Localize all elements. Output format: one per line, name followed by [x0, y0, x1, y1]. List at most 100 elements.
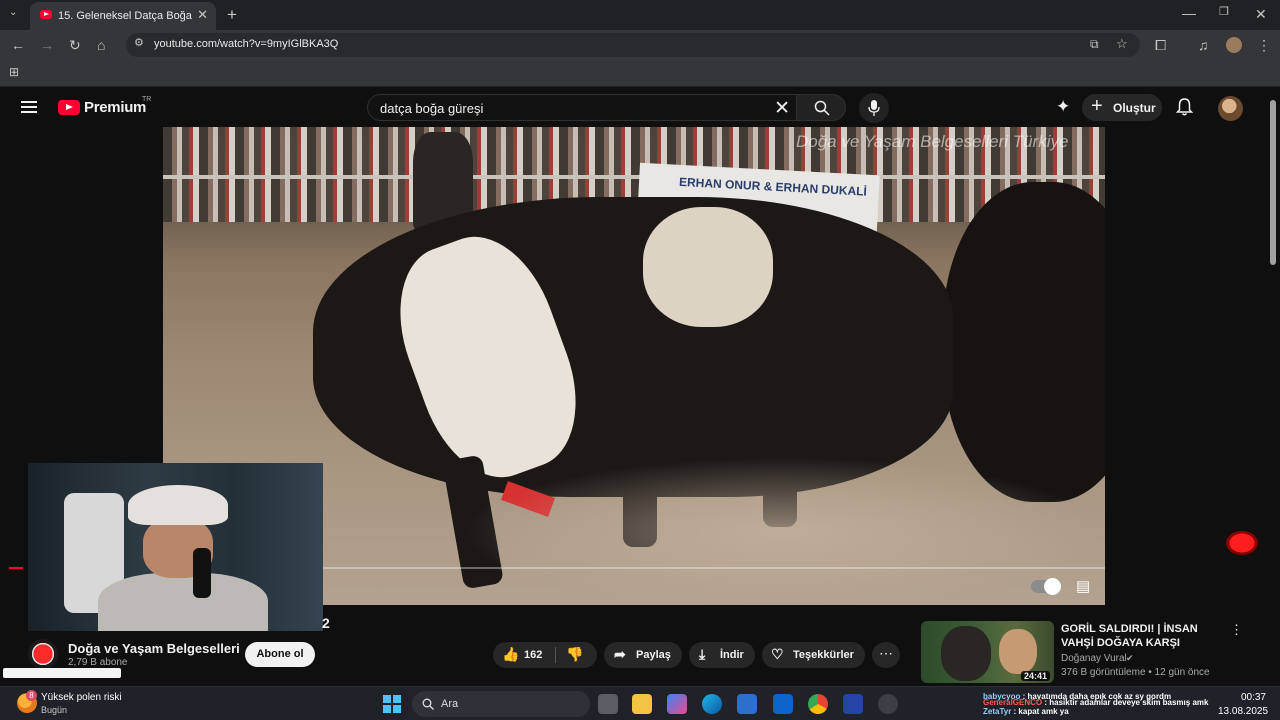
back-icon[interactable]: ← [11, 38, 25, 52]
page-scrollbar[interactable] [1270, 100, 1276, 265]
chat-text: hasiktir adamlar deveye skim basmış amk [1049, 698, 1209, 707]
channel-avatar[interactable] [28, 639, 58, 669]
like-icon[interactable]: 👍 [502, 646, 519, 663]
copilot-icon[interactable] [667, 694, 687, 714]
webcam-hat [128, 485, 228, 525]
search-button[interactable] [796, 94, 846, 121]
notifications-bell-icon[interactable] [1176, 98, 1193, 116]
minimize-icon[interactable]: — [1182, 6, 1196, 20]
banner-text: ERHAN ONUR & ERHAN DUKALİ [678, 174, 868, 199]
launcher-l-icon[interactable] [843, 694, 863, 714]
chrome-icon[interactable] [808, 694, 828, 714]
webcam-microphone [193, 548, 211, 598]
gemini-sparkle-icon[interactable]: ✦ [1056, 97, 1070, 117]
video-duration: 24:41 [1020, 671, 1050, 681]
voice-search-button[interactable] [859, 93, 889, 123]
youtube-logo-icon[interactable] [58, 100, 80, 115]
more-actions-icon[interactable]: ⋯ [872, 642, 900, 668]
file-explorer-icon[interactable] [632, 694, 652, 714]
video-dust [463, 457, 1103, 605]
window-close-icon[interactable]: ✕ [1255, 7, 1267, 21]
site-info-icon[interactable]: ⚙ [134, 38, 144, 49]
share-button[interactable]: ➦ Paylaş [604, 642, 682, 668]
taskbar-search-label: Ara [441, 698, 459, 710]
plus-icon: + [1091, 95, 1103, 117]
account-avatar[interactable] [1218, 96, 1243, 121]
share-icon: ➦ [614, 646, 626, 662]
weather-subtitle: Bugün [41, 705, 68, 715]
clear-search-icon[interactable]: ✕ [774, 97, 790, 120]
microphone-icon [868, 100, 880, 116]
clock-time[interactable]: 00:37 [1218, 692, 1266, 703]
recommendation-title[interactable]: GORİL SALDIRDI! | İNSAN VAHŞİ DOĞAYA KAR… [1061, 622, 1226, 650]
subtitles-icon[interactable]: ▤ [1076, 577, 1090, 595]
webcam-overlay [28, 463, 323, 631]
thanks-button[interactable]: ♡ Teşekkürler [762, 642, 865, 668]
recommendation-meta: 376 B görüntüleme • 12 gün önce [1061, 667, 1210, 678]
tab-title: 15. Geleneksel Datça Boğa Güreşi [58, 10, 194, 22]
media-control-icon[interactable]: ♫ [1198, 38, 1209, 52]
forward-icon[interactable]: → [40, 38, 54, 52]
weather-icon[interactable] [17, 690, 37, 713]
like-count[interactable]: 162 [524, 649, 542, 661]
download-button[interactable]: ⤓ İndir [689, 642, 755, 668]
video-watermark: Doğa ve Yaşam Belgeselleri Türkiye [796, 132, 1069, 151]
new-tab-icon[interactable]: + [227, 6, 237, 23]
home-icon[interactable]: ⌂ [97, 38, 105, 52]
region-code: TR [142, 96, 152, 103]
menu-icon[interactable] [21, 101, 37, 113]
search-input[interactable]: datça boğa güreşi ✕ [367, 94, 797, 121]
chat-user: GeneralGENCO [983, 698, 1043, 707]
recommendation-thumbnail[interactable]: 24:41 [921, 621, 1054, 683]
task-view-icon[interactable] [598, 694, 618, 714]
channel-name[interactable]: Doğa ve Yaşam Belgeselleri [68, 641, 240, 656]
restore-icon[interactable]: ❐ [1219, 7, 1229, 18]
webcam-body [98, 573, 268, 631]
subscribe-button[interactable]: Abone ol [245, 642, 315, 667]
install-app-icon[interactable]: ⧉ [1090, 38, 1099, 50]
weather-title[interactable]: Yüksek polen riski [41, 692, 122, 703]
autoplay-toggle[interactable] [1031, 578, 1061, 595]
search-query: datça boğa güreşi [380, 101, 484, 116]
youtube-header: Premium TR datça boğa güreşi ✕ ✦ + Oluşt… [0, 87, 1280, 127]
progress-marker [9, 567, 23, 569]
tab-search-icon[interactable]: ⌄ [9, 8, 17, 18]
download-label: İndir [720, 649, 744, 661]
profile-avatar[interactable] [1226, 37, 1242, 53]
recommendation-channel[interactable]: Doğanay Vural [1061, 653, 1127, 664]
chat-message: GeneralGENCO : hasiktir adamlar deveye s… [983, 698, 1209, 707]
download-icon: ⤓ [699, 646, 706, 662]
share-label: Paylaş [636, 649, 671, 661]
thumbnail-man [999, 629, 1037, 674]
search-icon [422, 698, 434, 710]
create-button[interactable]: + Oluştur [1082, 94, 1162, 121]
taskbar-search[interactable]: Ara [412, 691, 590, 717]
divider [555, 647, 556, 663]
start-button[interactable] [383, 695, 401, 713]
browser-tab-bar: ⌄ 15. Geleneksel Datça Boğa Güreşi ✕ + —… [0, 0, 1280, 30]
bookmark-star-icon[interactable]: ☆ [1116, 37, 1128, 50]
browser-menu-icon[interactable]: ⋮ [1257, 38, 1271, 52]
extensions-icon[interactable]: ⧠ [1155, 38, 1166, 52]
overlay-number: 2 [322, 615, 330, 631]
browser-tab[interactable]: 15. Geleneksel Datça Boğa Güreşi ✕ [30, 2, 216, 30]
chat-user: ZetaTyr [983, 707, 1012, 716]
youtube-favicon-icon [40, 10, 52, 19]
edge-icon[interactable] [702, 694, 722, 714]
outlook-icon[interactable] [773, 694, 793, 714]
recommendation-menu-icon[interactable]: ⋮ [1230, 622, 1243, 638]
dislike-icon[interactable]: 👎 [566, 646, 583, 663]
premium-logo-text[interactable]: Premium [84, 99, 146, 116]
notification-popup[interactable] [3, 668, 121, 678]
apps-grid-icon[interactable]: ⊞ [9, 66, 19, 78]
thumbnail-gorilla [941, 626, 991, 681]
thanks-label: Teşekkürler [793, 649, 854, 661]
store-icon[interactable] [737, 694, 757, 714]
reload-icon[interactable]: ↻ [69, 38, 81, 52]
channel-watermark-logo[interactable] [1226, 531, 1258, 555]
tab-close-icon[interactable]: ✕ [197, 7, 208, 23]
obs-icon[interactable] [878, 694, 898, 714]
subscriber-count: 2,79 B abone [68, 657, 128, 668]
omnibox[interactable]: ⚙ youtube.com/watch?v=9myIGlBKA3Q ⧉ ☆ [126, 33, 1140, 57]
clock-date[interactable]: 13.08.2025 [1218, 706, 1268, 717]
